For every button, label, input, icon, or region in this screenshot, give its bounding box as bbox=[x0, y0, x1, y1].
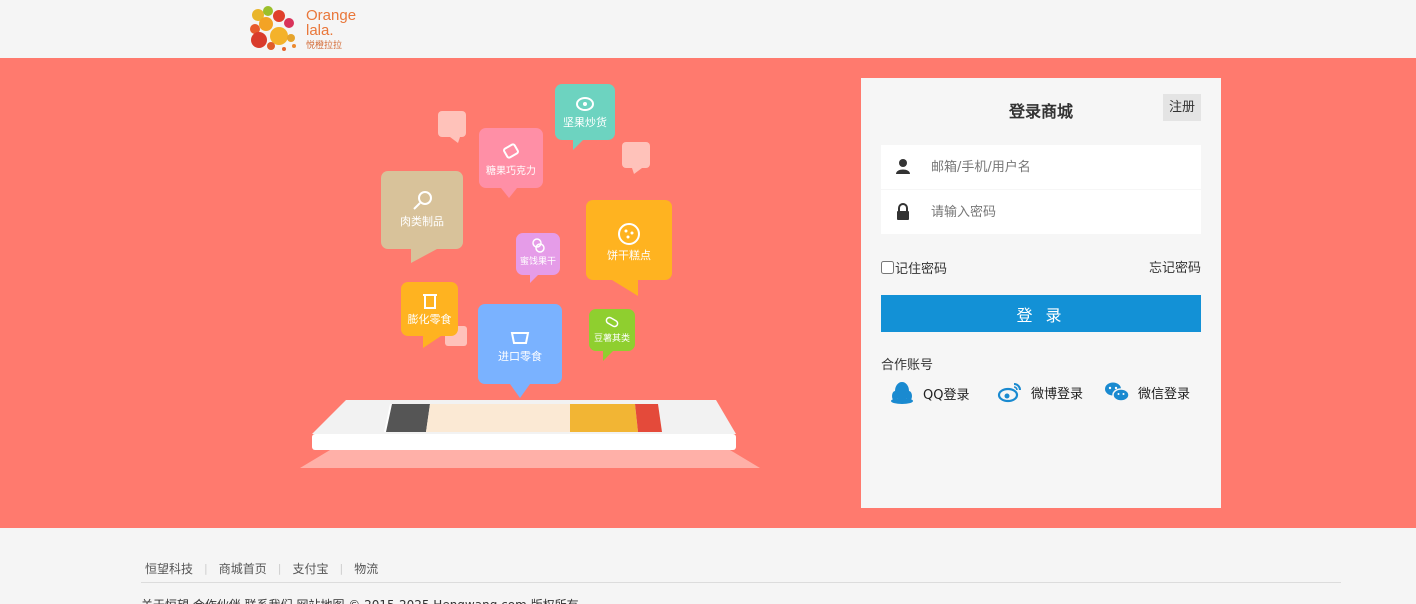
footer-link[interactable]: 恒望科技 bbox=[145, 560, 193, 577]
category-label: 蜜饯果干 bbox=[519, 257, 556, 267]
qq-icon bbox=[891, 382, 913, 404]
fruit-icon bbox=[532, 238, 545, 253]
category-label: 肉类制品 bbox=[400, 215, 444, 228]
username-input[interactable] bbox=[931, 145, 1191, 189]
weibo-login-link[interactable]: 微博登录 bbox=[997, 381, 1083, 403]
category-bubble-candy[interactable]: 糖果巧克力 bbox=[479, 128, 543, 198]
username-field-wrap bbox=[881, 145, 1201, 189]
category-illustration: 坚果炒货 糖果巧克力 肉类制品 饼干糕点 蜜饯果干 膨化零食 进口零食 豆薯其类 bbox=[280, 78, 770, 478]
qq-login-link[interactable]: QQ登录 bbox=[889, 381, 969, 405]
footer-link[interactable]: 支付宝 bbox=[292, 560, 328, 577]
footer-separator: | bbox=[339, 562, 344, 575]
remember-checkbox[interactable] bbox=[881, 261, 894, 274]
password-input[interactable] bbox=[931, 190, 1191, 234]
footer-link[interactable]: 商城首页 bbox=[219, 560, 267, 577]
category-bubble-dried-fruit[interactable]: 蜜饯果干 bbox=[516, 233, 560, 283]
category-bubble-imported[interactable]: 进口零食 bbox=[478, 304, 562, 398]
password-field-wrap bbox=[881, 190, 1201, 234]
category-label: 进口零食 bbox=[498, 350, 542, 363]
category-label: 膨化零食 bbox=[407, 313, 452, 326]
category-bubble-meat[interactable]: 肉类制品 bbox=[381, 171, 463, 263]
weibo-icon bbox=[997, 383, 1021, 403]
lock-icon bbox=[897, 203, 909, 220]
biscuit-icon bbox=[618, 223, 640, 245]
category-label: 饼干糕点 bbox=[607, 249, 651, 262]
register-button[interactable]: 注册 bbox=[1163, 94, 1201, 121]
login-panel: 登录商城 注册 记住密码 忘记密码 登 录 合作账号 QQ登录 微博登录 微信登… bbox=[861, 78, 1221, 508]
footer-separator: | bbox=[204, 562, 208, 575]
footer-link[interactable]: 物流 bbox=[354, 560, 378, 577]
remember-password[interactable]: 记住密码 bbox=[881, 258, 947, 277]
footer-links: 恒望科技 | 商城首页 | 支付宝 | 物流 bbox=[145, 560, 378, 577]
logo-dots-icon bbox=[250, 6, 296, 51]
logo-text: Orange lala. bbox=[306, 7, 357, 39]
logo-subtitle: 悦橙拉拉 bbox=[306, 41, 343, 51]
remember-label: 记住密码 bbox=[895, 262, 948, 277]
header: Orange lala. 悦橙拉拉 bbox=[0, 0, 1416, 58]
bean-icon bbox=[605, 316, 619, 328]
logo[interactable]: Orange lala. 悦橙拉拉 bbox=[246, 2, 358, 54]
category-bubble-puffed[interactable]: 膨化零食 bbox=[401, 282, 458, 348]
flag-icon bbox=[510, 332, 530, 344]
category-bubble-nuts[interactable]: 坚果炒货 bbox=[555, 84, 615, 150]
footer-divider bbox=[141, 582, 1341, 583]
footer-separator: | bbox=[277, 562, 282, 575]
candy-icon bbox=[503, 143, 519, 159]
drumstick-icon bbox=[413, 191, 432, 210]
category-bubble-beans[interactable]: 豆薯其类 bbox=[589, 309, 635, 361]
category-label: 豆薯其类 bbox=[593, 334, 630, 344]
popcorn-icon bbox=[422, 294, 437, 309]
user-icon bbox=[896, 159, 910, 174]
login-button[interactable]: 登 录 bbox=[881, 295, 1201, 332]
copyright: 关于恒望 合作伙伴 联系我们 网站地图 © 2015-2025 Hengwang… bbox=[141, 596, 579, 604]
wechat-login-link[interactable]: 微信登录 bbox=[1104, 381, 1190, 403]
partner-title: 合作账号 bbox=[881, 358, 934, 373]
wechat-icon bbox=[1105, 382, 1130, 402]
category-label: 坚果炒货 bbox=[563, 116, 607, 129]
category-bubble-biscuit[interactable]: 饼干糕点 bbox=[586, 200, 672, 296]
nut-icon bbox=[576, 97, 594, 111]
forgot-password-link[interactable]: 忘记密码 bbox=[1149, 257, 1201, 276]
category-label: 糖果巧克力 bbox=[486, 166, 536, 177]
